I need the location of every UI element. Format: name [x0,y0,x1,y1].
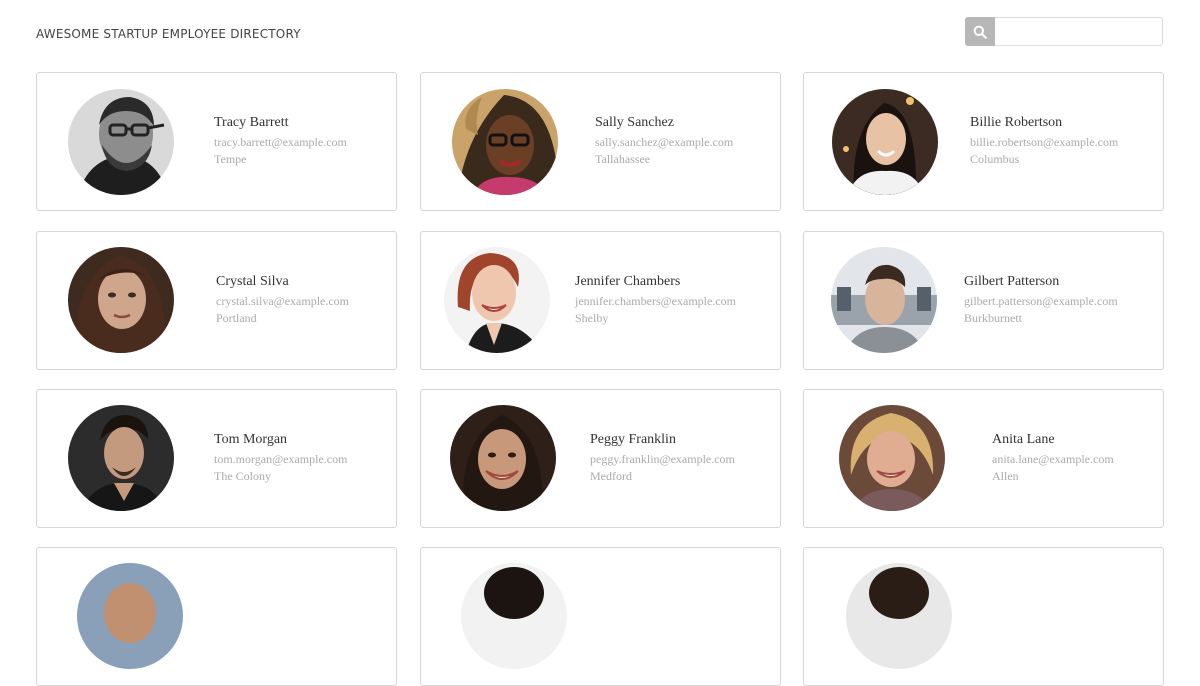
search-icon [973,25,987,39]
employee-city: Columbus [970,152,1020,166]
employee-email: sally.sanchez@example.com [595,135,734,149]
employee-name: Crystal Silva [216,274,289,289]
employee-name: Sally Sanchez [595,115,674,130]
employee-city: Tallahassee [595,152,651,166]
employee-card[interactable] [420,547,781,686]
avatar [831,247,937,353]
employee-email: gilbert.patterson@example.com [964,294,1118,308]
employee-card[interactable] [803,547,1164,686]
employee-city: Allen [992,469,1019,483]
avatar [452,89,558,195]
employee-info: Tracy Barrett tracy.barrett@example.com … [214,115,347,166]
employee-city: Shelby [575,311,609,325]
employee-card[interactable]: Jennifer Chambers jennifer.chambers@exam… [420,231,781,370]
employee-card[interactable]: Billie Robertson billie.robertson@exampl… [803,72,1164,211]
search-button[interactable] [965,17,995,46]
employee-email: tom.morgan@example.com [214,452,348,466]
avatar [839,405,945,511]
employee-name: Billie Robertson [970,115,1063,130]
employee-info: Jennifer Chambers jennifer.chambers@exam… [575,274,736,325]
employee-name: Gilbert Patterson [964,274,1060,289]
employee-email: jennifer.chambers@example.com [575,294,736,308]
employee-card[interactable]: Tom Morgan tom.morgan@example.com The Co… [36,389,397,528]
employee-city: Medford [590,469,632,483]
employee-name: Anita Lane [992,432,1055,447]
employee-info: Tom Morgan tom.morgan@example.com The Co… [214,432,348,483]
employee-city: The Colony [214,469,271,483]
employee-card[interactable]: Crystal Silva crystal.silva@example.com … [36,231,397,370]
avatar [77,563,183,669]
avatar [68,405,174,511]
avatar [68,89,174,195]
employee-email: anita.lane@example.com [992,452,1114,466]
avatar [68,247,174,353]
employee-name: Peggy Franklin [590,432,676,447]
search-input[interactable] [995,17,1163,46]
employee-info: Sally Sanchez sally.sanchez@example.com … [595,115,734,166]
avatar [846,563,952,669]
employee-card[interactable]: Gilbert Patterson gilbert.patterson@exam… [803,231,1164,370]
employee-info: Anita Lane anita.lane@example.com Allen [992,432,1114,483]
employee-card[interactable]: Sally Sanchez sally.sanchez@example.com … [420,72,781,211]
employee-card[interactable]: Anita Lane anita.lane@example.com Allen [803,389,1164,528]
employee-info: Crystal Silva crystal.silva@example.com … [216,274,350,325]
employee-email: billie.robertson@example.com [970,135,1119,149]
employee-card[interactable] [36,547,397,686]
employee-card[interactable]: Tracy Barrett tracy.barrett@example.com … [36,72,397,211]
employee-email: tracy.barrett@example.com [214,135,347,149]
page-title: AWESOME STARTUP EMPLOYEE DIRECTORY [36,27,301,41]
employee-email: peggy.franklin@example.com [590,452,735,466]
avatar [450,405,556,511]
employee-info: Billie Robertson billie.robertson@exampl… [970,115,1119,166]
employee-name: Tracy Barrett [214,115,289,130]
employee-city: Burkburnett [964,311,1022,325]
search-bar [965,17,1163,46]
employee-city: Tempe [214,152,247,166]
employee-name: Tom Morgan [214,432,288,447]
avatar [461,563,567,669]
avatar [444,247,550,353]
avatar [832,89,938,195]
employee-info: Gilbert Patterson gilbert.patterson@exam… [964,274,1118,325]
employee-card[interactable]: Peggy Franklin peggy.franklin@example.co… [420,389,781,528]
employee-info: Peggy Franklin peggy.franklin@example.co… [590,432,735,483]
employee-name: Jennifer Chambers [575,274,681,289]
employee-email: crystal.silva@example.com [216,294,350,308]
employee-city: Portland [216,311,257,325]
